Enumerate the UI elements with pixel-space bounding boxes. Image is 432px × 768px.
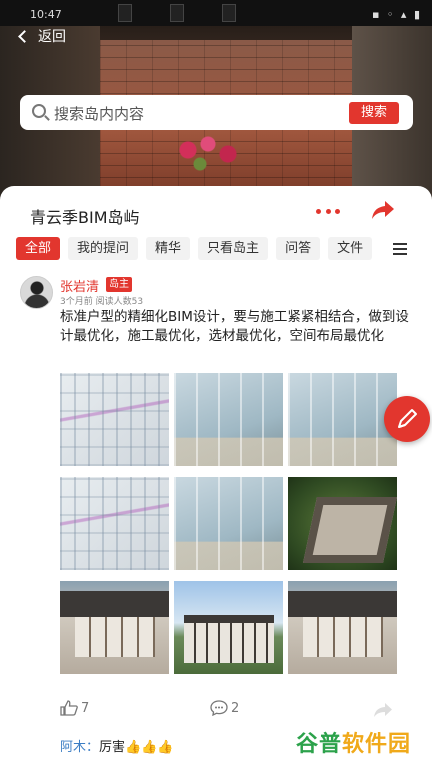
island-title: 青云季BIM岛屿: [30, 208, 140, 227]
list-menu-icon[interactable]: [393, 243, 407, 255]
back-button[interactable]: 返回: [18, 26, 66, 46]
share-icon[interactable]: [371, 200, 395, 220]
thumbs-up-icon: [60, 700, 78, 716]
like-button[interactable]: 7: [60, 700, 89, 716]
tab-my-questions[interactable]: 我的提问: [68, 237, 139, 260]
pencil-icon: [398, 409, 417, 428]
post-author[interactable]: 张岩清: [60, 276, 99, 295]
chevron-left-icon: [18, 29, 31, 43]
status-time: 10:47: [30, 8, 62, 21]
post-image[interactable]: [60, 373, 169, 466]
post-image[interactable]: [288, 373, 397, 466]
post-image-grid: [60, 373, 398, 674]
tab-files[interactable]: 文件: [328, 237, 373, 260]
post-image[interactable]: [174, 581, 283, 674]
search-icon: [32, 104, 46, 118]
back-label: 返回: [38, 29, 66, 45]
comment-button[interactable]: 2: [210, 700, 239, 716]
comment-user[interactable]: 阿木：: [60, 740, 99, 755]
status-bar: 10:47 ▪ ◦ ▴ ▮: [0, 6, 432, 24]
tab-owner-only[interactable]: 只看岛主: [198, 237, 269, 260]
post-image[interactable]: [288, 581, 397, 674]
flower-decoration: [168, 130, 248, 180]
comment-count: 2: [231, 700, 240, 716]
tab-all[interactable]: 全部: [16, 237, 61, 260]
tab-qa[interactable]: 问答: [276, 237, 321, 260]
post-actions: 7 2: [60, 700, 400, 720]
comment-preview: 阿木：厉害👍👍👍: [60, 736, 174, 755]
comment-icon: [210, 700, 228, 716]
search-bar[interactable]: 搜索岛内内容 搜索: [20, 95, 413, 130]
forward-icon[interactable]: [373, 702, 393, 718]
post-image[interactable]: [60, 477, 169, 570]
owner-badge: 岛主: [106, 277, 132, 292]
post-image[interactable]: [288, 477, 397, 570]
watermark-part1: 谷普: [296, 732, 343, 757]
search-button[interactable]: 搜索: [349, 102, 399, 124]
post-meta: 3个月前 阅读人数53: [60, 297, 144, 307]
post-image[interactable]: [174, 477, 283, 570]
compose-button[interactable]: [384, 396, 430, 442]
search-input[interactable]: 搜索岛内内容: [54, 103, 144, 124]
like-count: 7: [81, 700, 90, 716]
filter-tabs: 全部 我的提问 精华 只看岛主 问答 文件: [16, 237, 380, 261]
status-icons: ▪ ◦ ▴ ▮: [371, 8, 422, 21]
tab-featured[interactable]: 精华: [146, 237, 191, 260]
post-text: 标准户型的精细化BIM设计，要与施工紧紧相结合，做到设计最优化，施工最优化，选材…: [60, 309, 409, 344]
watermark-part2: 软件园: [342, 732, 412, 757]
comment-text: 厉害👍👍👍: [99, 740, 174, 755]
island-content-card: 青云季BIM岛屿 全部 我的提问 精华 只看岛主 问答 文件 张岩清 岛主 3个…: [0, 186, 432, 768]
post-image[interactable]: [174, 373, 283, 466]
more-options-icon[interactable]: [316, 204, 340, 218]
avatar[interactable]: [20, 276, 53, 309]
post-image[interactable]: [60, 581, 169, 674]
watermark-logo: 谷普软件园: [296, 726, 411, 758]
